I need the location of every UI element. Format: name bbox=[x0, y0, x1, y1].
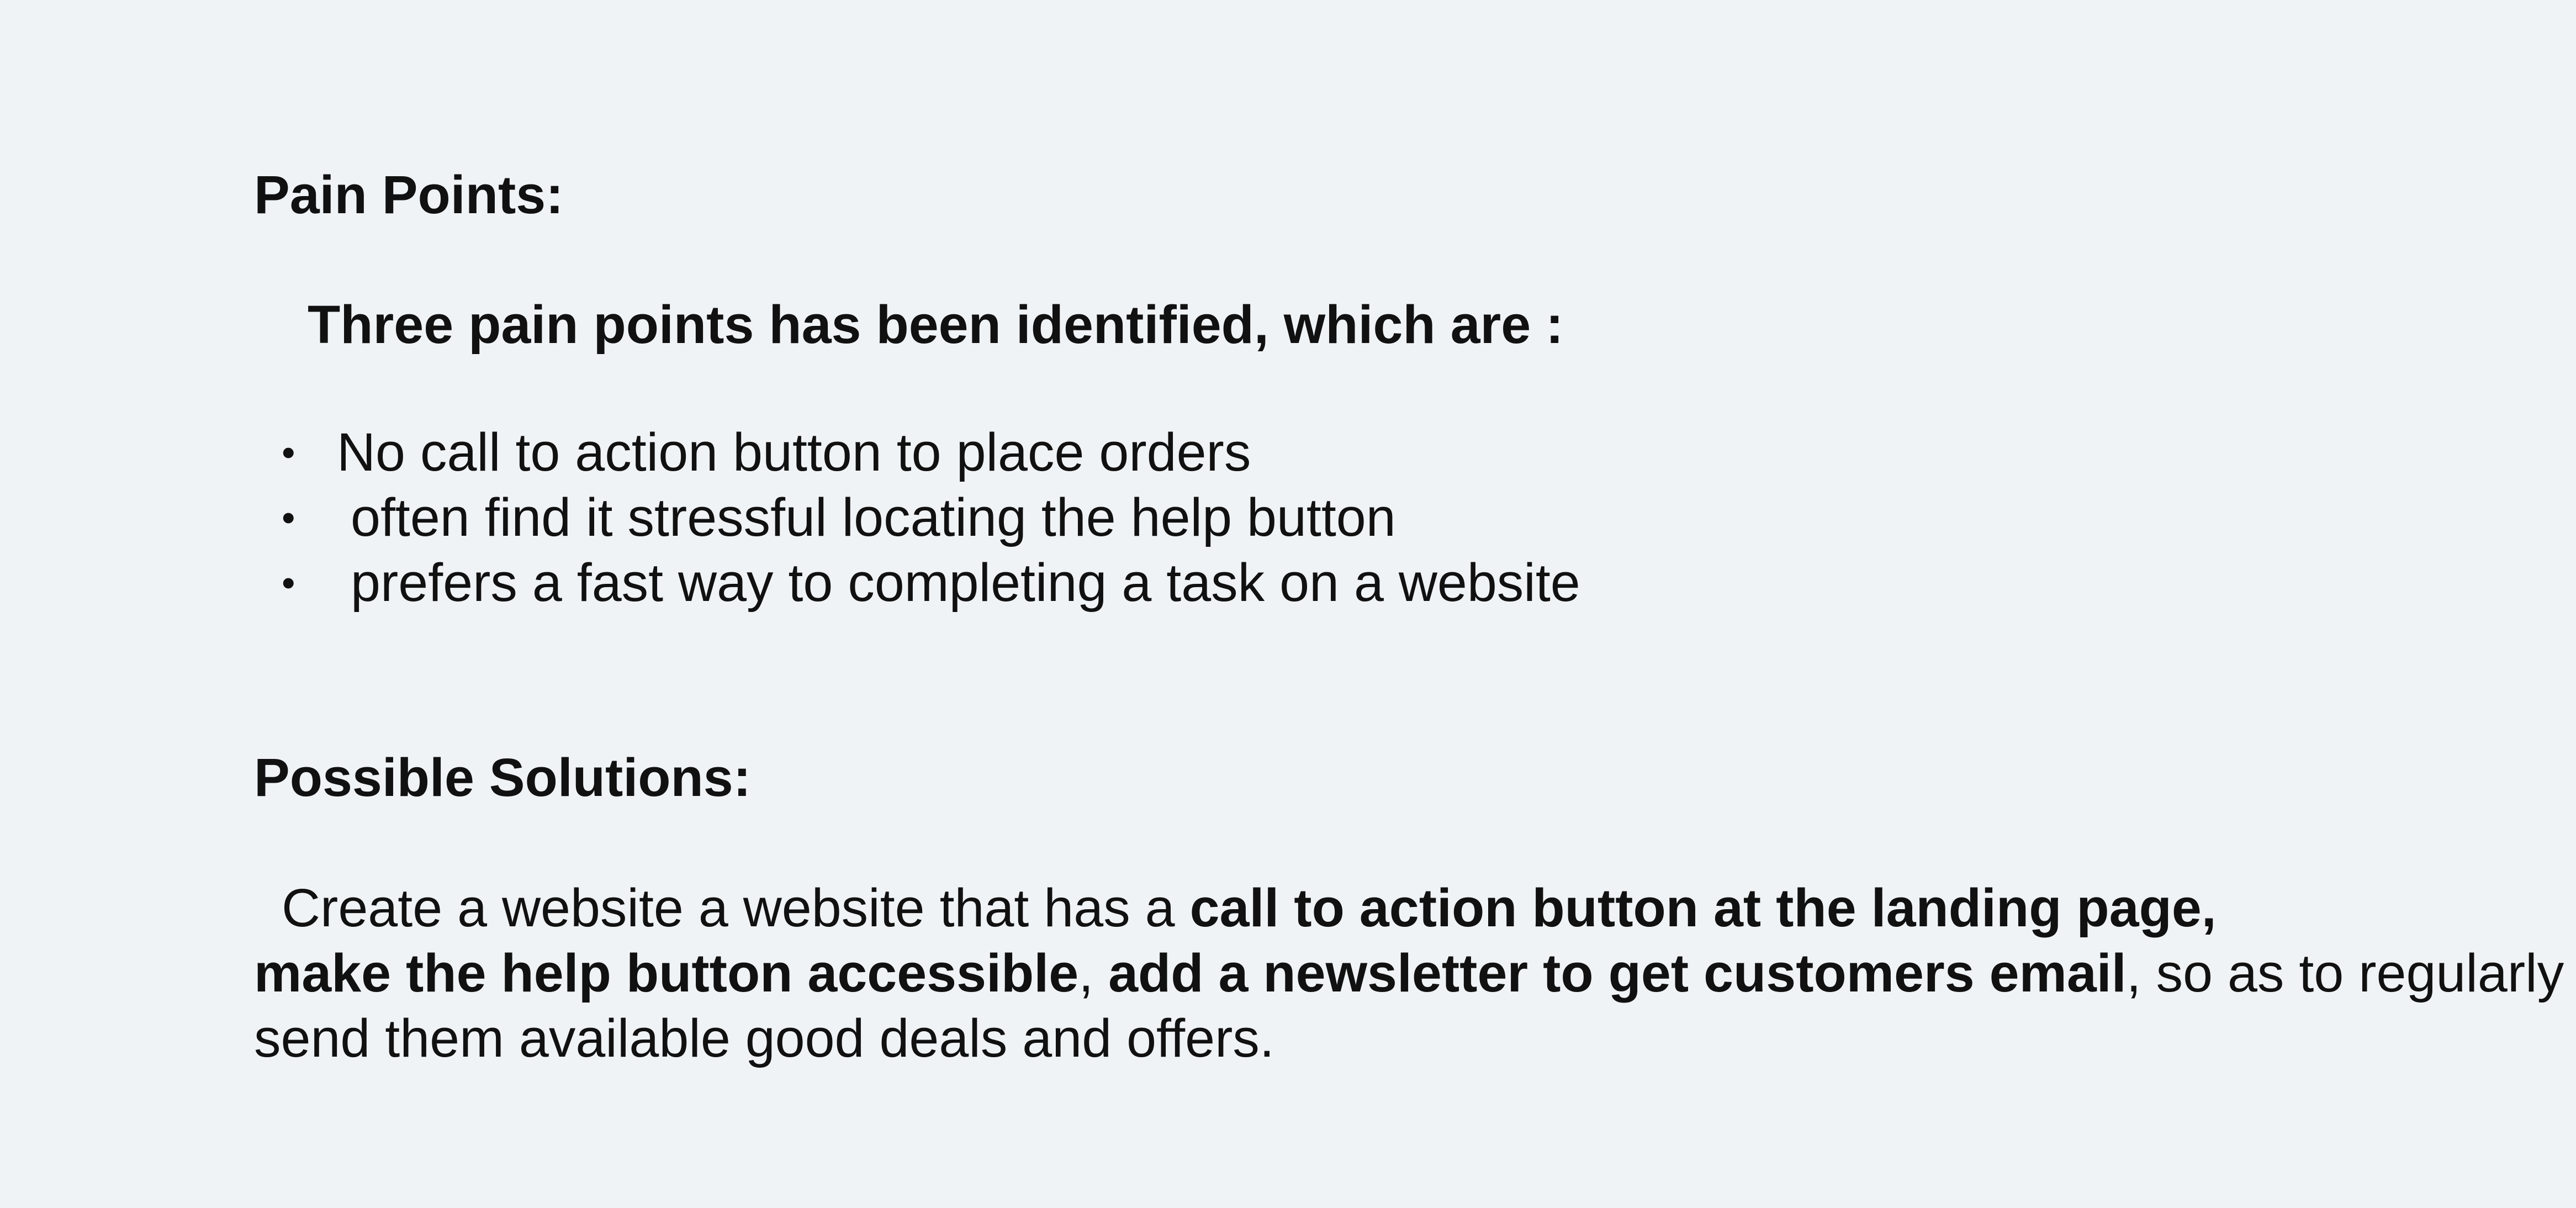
solution-emphasis: add a newsletter to get customers email bbox=[1108, 943, 2127, 1003]
pain-point-text: No call to action button to place orders bbox=[337, 422, 1251, 482]
bullet-icon: • bbox=[282, 431, 295, 474]
possible-solutions-heading: Possible Solutions: bbox=[254, 747, 752, 808]
solution-emphasis: call to action button at the landing pag… bbox=[1189, 878, 2217, 938]
pain-points-intro: Three pain points has been identified, w… bbox=[308, 294, 1564, 355]
pain-point-text: often find it stressful locating the hel… bbox=[351, 487, 1396, 547]
bullet-icon: • bbox=[282, 496, 295, 539]
solution-line: send them available good deals and offer… bbox=[254, 1006, 2546, 1071]
pain-points-heading: Pain Points: bbox=[254, 165, 564, 225]
solution-paragraph: Create a website a website that has a ca… bbox=[254, 875, 2564, 1071]
pain-point-item: • No call to action button to place orde… bbox=[282, 420, 2049, 485]
pain-point-item: • prefers a fast way to completing a tas… bbox=[282, 550, 2049, 615]
solution-line: make the help button accessible, add a n… bbox=[254, 941, 2564, 1006]
solution-emphasis: make the help button accessible bbox=[254, 943, 1079, 1003]
pain-points-list: • No call to action button to place orde… bbox=[282, 420, 2049, 615]
pain-point-item: • often find it stressful locating the h… bbox=[282, 485, 2049, 550]
slide-page: Pain Points: Three pain points has been … bbox=[0, 0, 2576, 1208]
bullet-icon: • bbox=[282, 561, 295, 604]
solution-text: , bbox=[1078, 943, 1109, 1003]
pain-point-text: prefers a fast way to completing a task … bbox=[351, 552, 1580, 613]
solution-line: Create a website a website that has a ca… bbox=[254, 875, 2546, 941]
solution-text: , so as to regularly bbox=[2126, 943, 2564, 1003]
solution-text: Create a website a website that has a bbox=[282, 878, 1190, 938]
solution-text: send them available good deals and offer… bbox=[254, 1008, 1274, 1068]
